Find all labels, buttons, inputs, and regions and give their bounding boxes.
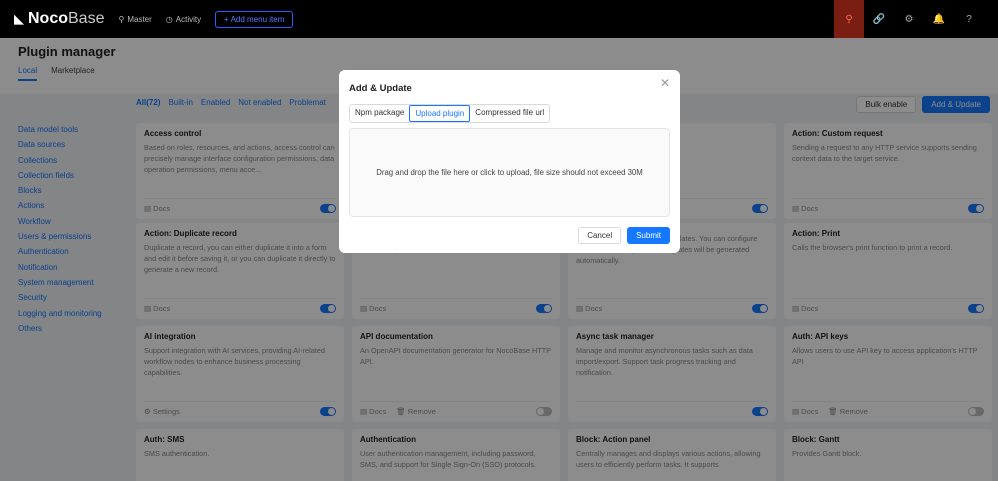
add-menu-item-button[interactable]: + Add menu item: [215, 10, 294, 28]
modal-tab[interactable]: Upload plugin: [409, 105, 471, 122]
modal-tab[interactable]: Npm package: [350, 105, 409, 122]
branch-icon: ⚲: [118, 14, 125, 24]
submit-button[interactable]: Submit: [627, 227, 670, 244]
modal-tabs: Npm package Upload plugin Compressed file …: [349, 104, 551, 123]
top-nav-master[interactable]: ⚲ Master: [118, 15, 151, 24]
activity-icon: ◷: [165, 14, 173, 24]
gear-icon[interactable]: ⚙: [894, 0, 924, 38]
top-right-toolbar: ⚲ 🔗 ⚙ 🔔?: [834, 0, 984, 38]
nocobase-logo[interactable]: ◣ Noco Base: [14, 10, 104, 28]
close-icon[interactable]: ✕: [660, 76, 670, 90]
upload-dropzone[interactable]: Drag and drop the file here or click to …: [349, 128, 670, 217]
logo-text-bold: Noco: [28, 10, 68, 27]
top-nav-label: Master: [127, 14, 152, 24]
modal-tab[interactable]: Compressed file url: [470, 105, 549, 122]
help-icon[interactable]: ?: [954, 0, 984, 38]
cancel-button[interactable]: Cancel: [578, 227, 622, 244]
logo-text-light: Base: [68, 10, 105, 27]
top-nav-label: Activity: [175, 14, 202, 24]
link-icon[interactable]: 🔗: [864, 0, 894, 38]
plugin-icon[interactable]: ⚲: [834, 0, 864, 38]
dropzone-text: Drag and drop the file here or click to …: [376, 168, 643, 177]
bell-icon[interactable]: 🔔: [924, 0, 954, 38]
top-bar: ◣ Noco Base ⚲ Master ◷ Activity + Add menu it…: [0, 0, 998, 38]
logo-icon: ◣: [14, 11, 24, 26]
top-nav: ⚲ Master ◷ Activity + Add menu item: [118, 10, 294, 28]
modal-title: Add & Update: [349, 83, 412, 94]
modal-footer: Cancel Submit: [578, 227, 670, 244]
top-nav-activity[interactable]: ◷ Activity: [166, 15, 201, 24]
add-update-modal: Add & Update ✕ Npm package Upload plugin C…: [339, 70, 680, 253]
